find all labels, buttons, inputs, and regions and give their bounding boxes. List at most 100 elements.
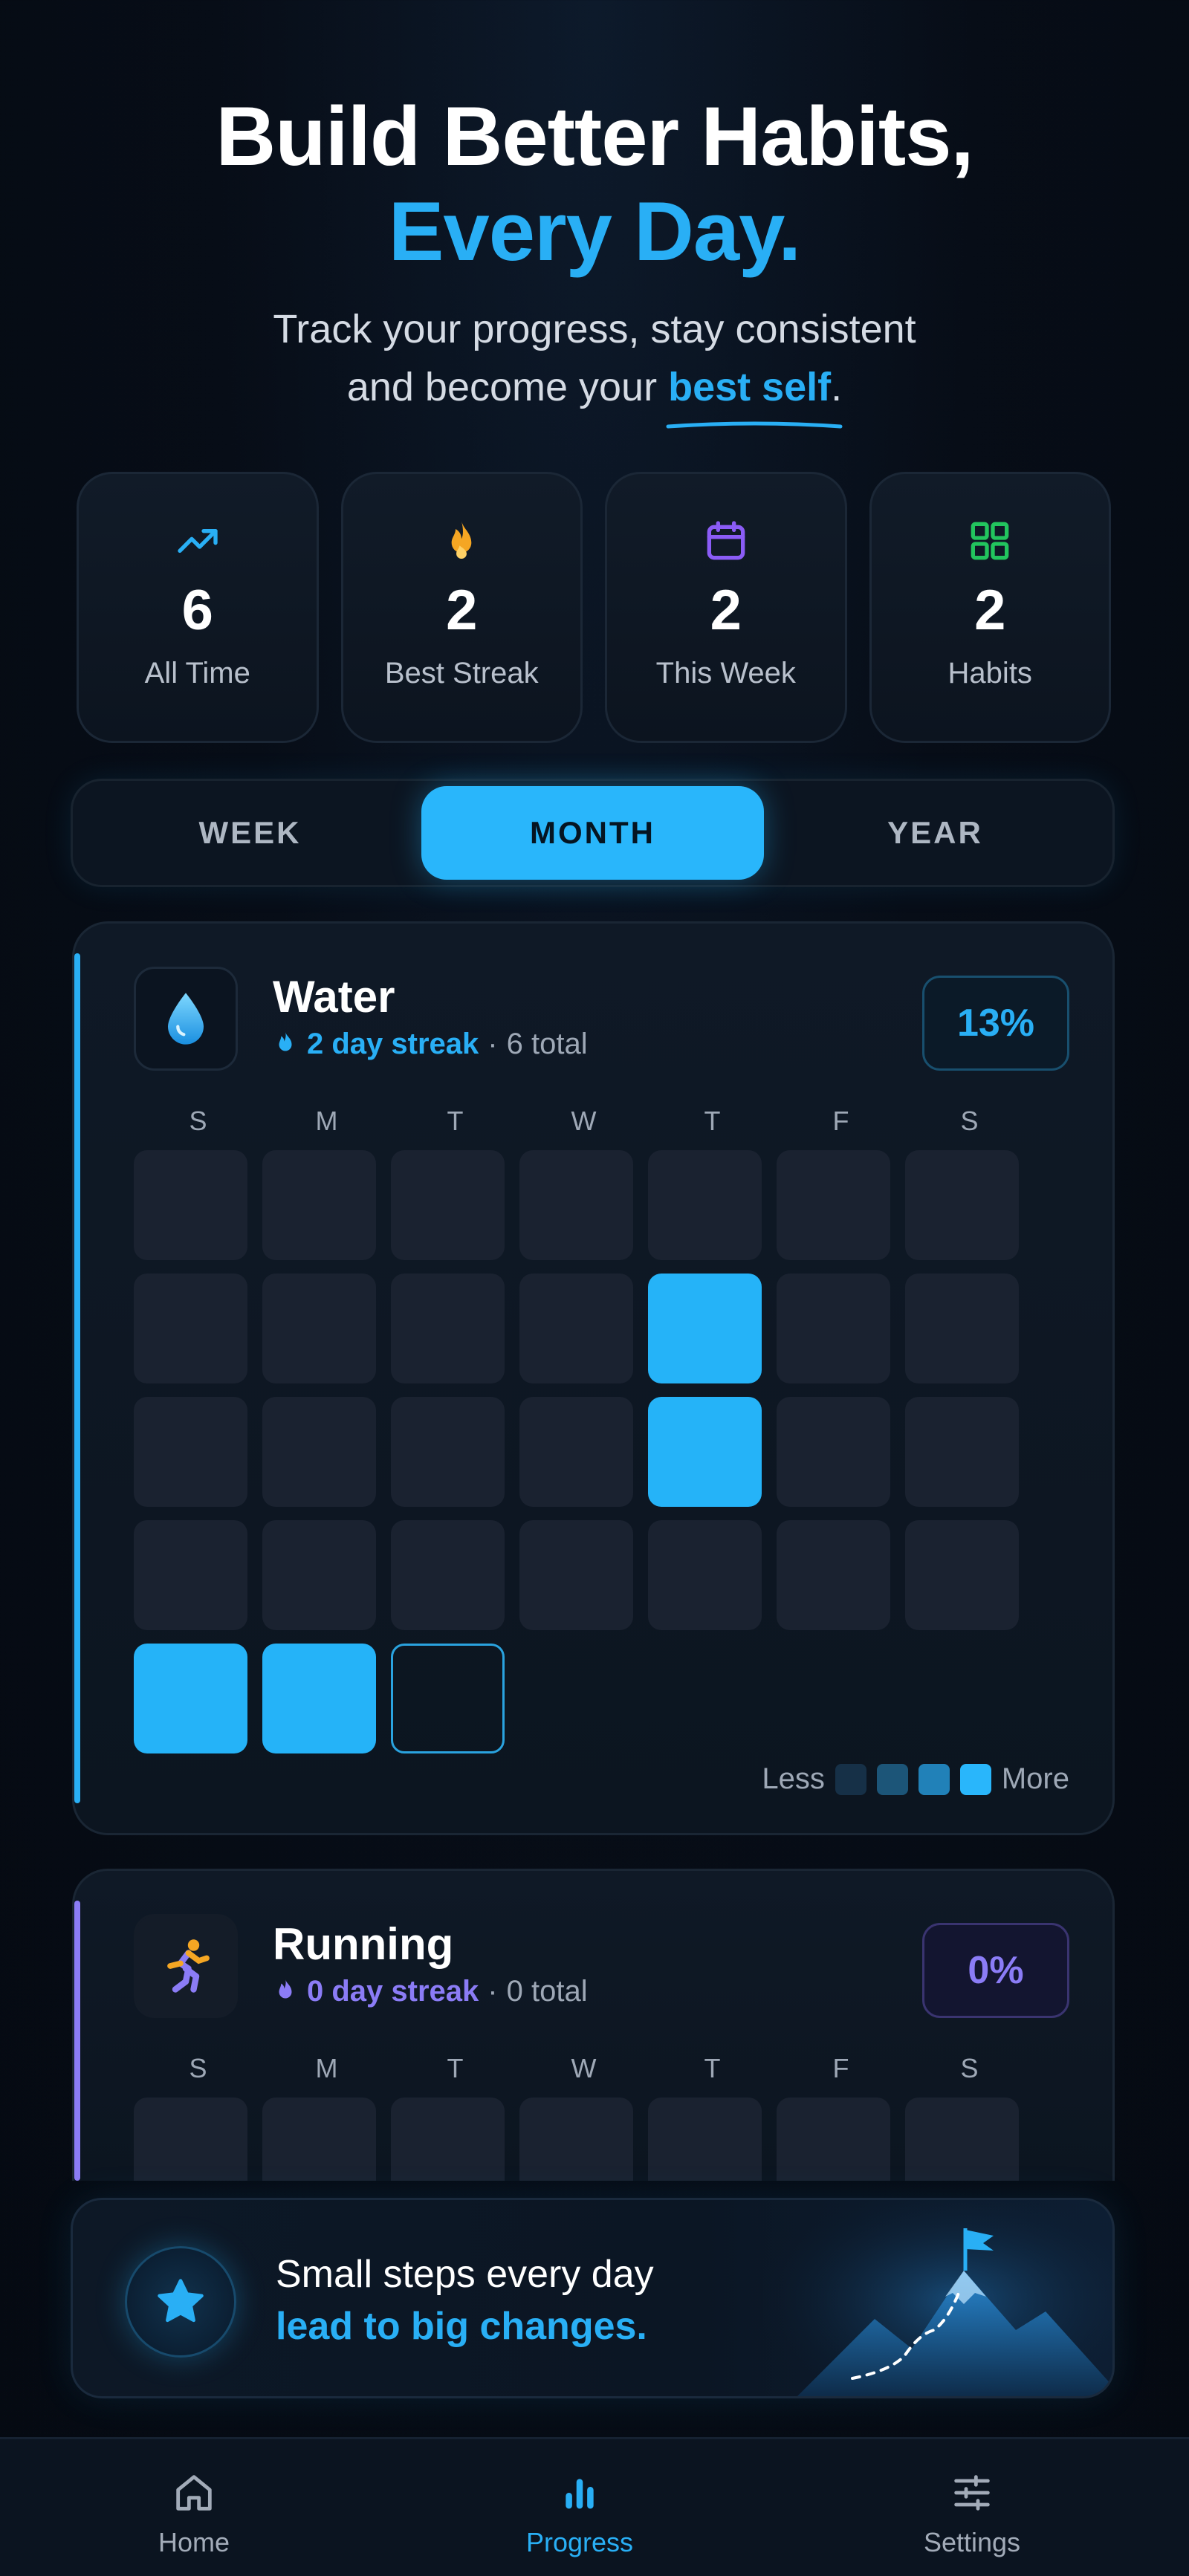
day-cell[interactable] (519, 1397, 633, 1507)
day-cell[interactable] (391, 1274, 505, 1383)
weekday-label: F (832, 1106, 849, 1136)
day-cell[interactable] (905, 1397, 1019, 1507)
day-cell[interactable] (134, 1150, 247, 1260)
stat-best-streak: 2 Best Streak (340, 472, 583, 743)
habit-card-running[interactable]: Running 0 day streak · 0 total 0% S M T … (72, 1869, 1115, 2181)
title-line-1: Build Better Habits, (216, 90, 973, 183)
hero-section: Build Better Habits, Every Day. Track yo… (0, 89, 1189, 429)
day-cell[interactable] (262, 1644, 376, 1753)
legend-less: Less (762, 1762, 825, 1795)
day-cell[interactable] (519, 1274, 633, 1383)
legend-swatch-3 (918, 1763, 950, 1795)
tab-label: Home (158, 2527, 230, 2557)
day-cell[interactable] (134, 2098, 247, 2181)
total-text: 6 total (506, 1028, 588, 1060)
legend-swatch-1 (835, 1763, 866, 1795)
subtitle-part-2: and become your (346, 365, 669, 409)
completion-percent-badge: 13% (922, 976, 1069, 1071)
weekday-label: M (315, 2053, 338, 2083)
flame-icon (279, 1979, 292, 1998)
day-cell[interactable] (777, 1520, 890, 1630)
card-accent-bar (74, 1901, 80, 2181)
day-cell[interactable] (777, 1150, 890, 1260)
day-cell[interactable] (648, 2098, 762, 2181)
habit-name: Water (273, 972, 395, 1022)
day-cell[interactable] (519, 1520, 633, 1630)
tab-settings[interactable]: Settings (861, 2439, 1083, 2576)
day-cell[interactable] (905, 1274, 1019, 1383)
habit-name: Running (273, 1919, 454, 1969)
stat-label: All Time (144, 657, 250, 690)
day-cell[interactable] (777, 1397, 890, 1507)
quote-line-2: lead to big changes. (276, 2305, 647, 2348)
day-cell[interactable] (391, 1397, 505, 1507)
day-cell[interactable] (391, 1644, 505, 1753)
day-cell[interactable] (262, 2098, 376, 2181)
day-cell[interactable] (648, 1274, 762, 1383)
subtitle-end: . (831, 365, 843, 409)
legend-more: More (1001, 1762, 1069, 1795)
day-cell[interactable] (777, 1274, 890, 1383)
weekday-label: F (832, 2053, 849, 2083)
stat-label: This Week (655, 657, 796, 690)
habit-meta: 0 day streak · 0 total (273, 1975, 588, 2008)
weekday-label: S (960, 1106, 979, 1136)
bottom-tab-bar: Home Progress Settings (0, 2437, 1189, 2576)
day-cell[interactable] (134, 1644, 247, 1753)
running-person-icon (167, 1939, 210, 1993)
star-icon (158, 2279, 204, 2323)
day-cell[interactable] (905, 1150, 1019, 1260)
day-cell[interactable] (648, 1397, 762, 1507)
day-cell[interactable] (262, 1520, 376, 1630)
subtitle-part-1: Track your progress, stay consistent (273, 307, 916, 351)
page-title: Build Better Habits, Every Day. (0, 89, 1189, 279)
habit-card-water[interactable]: Water 2 day streak · 6 total 13% S M T W… (72, 921, 1115, 1835)
day-cell[interactable] (519, 1150, 633, 1260)
day-cell[interactable] (905, 1520, 1019, 1630)
habit-icon-box (134, 1914, 238, 2018)
heatmap-legend: Less More (762, 1762, 1069, 1796)
subtitle-highlight: best self (666, 358, 843, 429)
tab-home[interactable]: Home (82, 2439, 305, 2576)
bar-chart-icon (566, 2479, 594, 2509)
weekday-label: T (704, 1106, 721, 1136)
tab-year[interactable]: YEAR (764, 786, 1107, 880)
weekday-label: W (571, 2053, 597, 2083)
habit-header: Running 0 day streak · 0 total 0% (134, 1914, 1069, 2018)
day-cell[interactable] (262, 1397, 376, 1507)
weekday-label: S (189, 1106, 207, 1136)
day-cell[interactable] (648, 1150, 762, 1260)
weekday-label: S (960, 2053, 979, 2083)
legend-swatch-2 (876, 1763, 908, 1795)
tab-month[interactable]: MONTH (421, 786, 764, 880)
weekday-header: S M T W T F S (134, 1106, 1034, 1137)
tab-week[interactable]: WEEK (79, 786, 421, 880)
weekday-label: W (571, 1106, 597, 1136)
quote-line-1: Small steps every day (276, 2253, 654, 2296)
stat-all-time: 6 All Time (77, 472, 319, 743)
day-cell[interactable] (391, 1520, 505, 1630)
day-cell[interactable] (391, 1150, 505, 1260)
day-cell[interactable] (262, 1274, 376, 1383)
day-cell[interactable] (262, 1150, 376, 1260)
day-cell[interactable] (134, 1397, 247, 1507)
day-cell[interactable] (777, 2098, 890, 2181)
day-cell[interactable] (134, 1274, 247, 1383)
day-cell[interactable] (648, 1520, 762, 1630)
period-segmented-control: WEEK MONTH YEAR (71, 779, 1115, 887)
motivation-banner: Small steps every day lead to big change… (71, 2198, 1115, 2398)
day-cell[interactable] (905, 2098, 1019, 2181)
stat-habits: 2 Habits (869, 472, 1111, 743)
habit-icon-box (134, 967, 238, 1071)
tab-progress[interactable]: Progress (468, 2439, 691, 2576)
stat-value: 2 (710, 579, 742, 642)
home-icon (176, 2475, 212, 2511)
day-cell[interactable] (134, 1520, 247, 1630)
stat-label: Habits (947, 657, 1032, 690)
day-cell[interactable] (519, 2098, 633, 2181)
day-cell[interactable] (391, 2098, 505, 2181)
water-drop-icon (168, 993, 204, 1045)
streak-text: 0 day streak (307, 1975, 479, 2008)
trending-up-icon (178, 529, 218, 553)
meta-separator: · (487, 1028, 498, 1060)
